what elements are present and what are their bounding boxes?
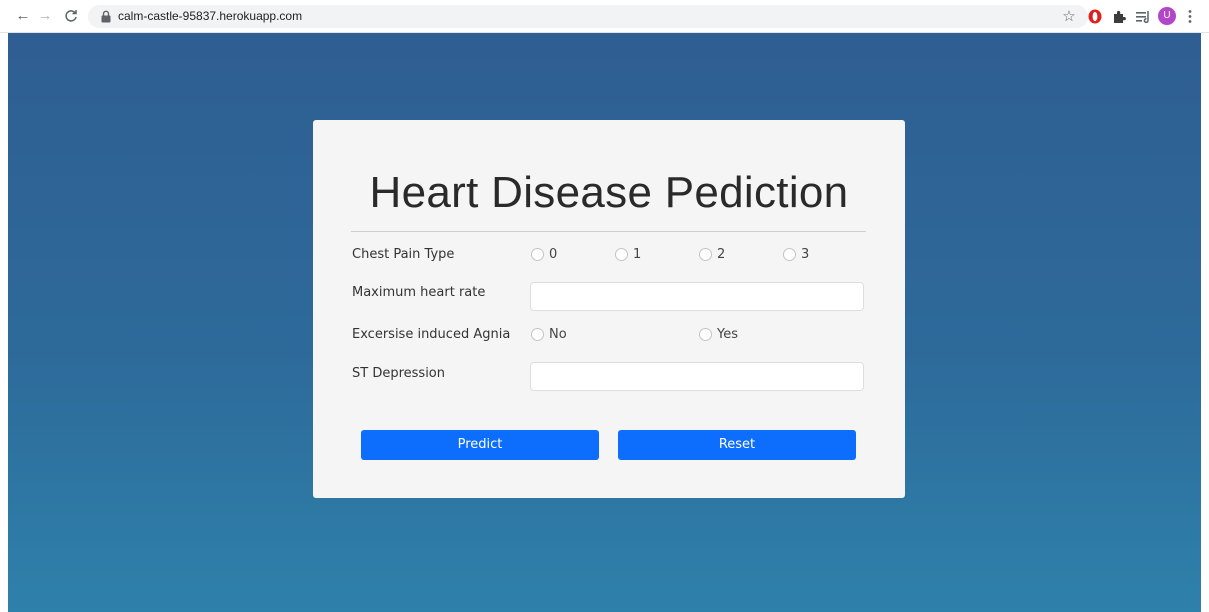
page-background: Heart Disease Pediction Chest Pain Type … [8, 33, 1201, 612]
title-divider [351, 231, 866, 232]
bookmark-star-icon[interactable]: ☆ [1061, 8, 1077, 25]
reset-button[interactable]: Reset [618, 430, 856, 460]
forward-arrow-icon[interactable]: → [36, 7, 54, 25]
prediction-form-card: Heart Disease Pediction Chest Pain Type … [313, 120, 905, 498]
more-menu-icon[interactable] [1186, 8, 1194, 25]
radio-label: 2 [717, 247, 726, 262]
opera-extension-icon[interactable] [1087, 8, 1103, 25]
radio-circle[interactable] [615, 248, 628, 261]
max-heart-rate-label: Maximum heart rate [352, 285, 486, 300]
radio-circle[interactable] [783, 248, 796, 261]
reload-icon[interactable] [62, 7, 80, 25]
profile-avatar[interactable]: U [1158, 7, 1176, 25]
page-title: Heart Disease Pediction [369, 168, 849, 217]
radio-label: 3 [801, 247, 810, 262]
radio-circle[interactable] [531, 328, 544, 341]
radio-label: Yes [717, 327, 738, 342]
browser-toolbar: ← → calm-castle-95837.herokuapp.com ☆ U [0, 0, 1209, 33]
chest-pain-label: Chest Pain Type [352, 247, 455, 262]
predict-button[interactable]: Predict [361, 430, 599, 460]
extensions-puzzle-icon[interactable] [1111, 8, 1127, 25]
address-bar[interactable]: calm-castle-95837.herokuapp.com [88, 5, 1088, 28]
max-heart-rate-input[interactable] [530, 282, 864, 311]
media-queue-icon[interactable] [1134, 8, 1152, 25]
lock-icon [101, 10, 111, 23]
radio-circle[interactable] [699, 248, 712, 261]
radio-label: 0 [549, 247, 558, 262]
exercise-angina-label: Excersise induced Agnia [352, 327, 511, 342]
radio-label: 1 [633, 247, 642, 262]
url-text: calm-castle-95837.herokuapp.com [118, 9, 303, 23]
st-depression-input[interactable] [530, 362, 864, 391]
st-depression-label: ST Depression [352, 366, 445, 381]
radio-label: No [549, 327, 567, 342]
radio-circle[interactable] [699, 328, 712, 341]
back-arrow-icon[interactable]: ← [14, 7, 32, 25]
radio-circle[interactable] [531, 248, 544, 261]
